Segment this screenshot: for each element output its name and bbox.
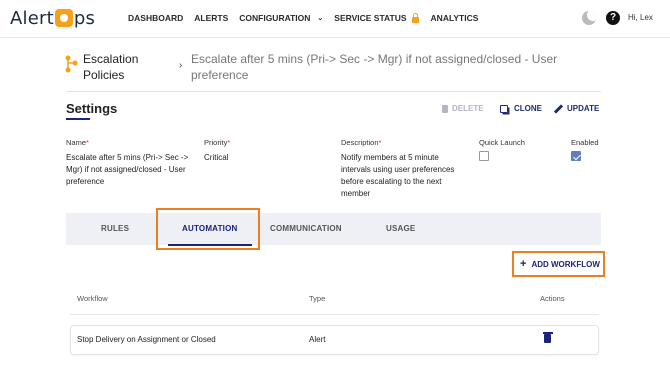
column-header-workflow: Workflow [77,294,108,303]
nav-dashboard[interactable]: DASHBOARD [128,13,183,23]
nav-service-status-label: SERVICE STATUS [334,13,407,23]
quick-launch-checkbox[interactable] [479,151,489,161]
name-label: Name* [66,138,89,147]
enabled-checkbox[interactable] [571,151,581,161]
logo-text-pre: Alert [10,7,54,29]
description-label: Description* [341,138,382,147]
dark-mode-moon-icon[interactable] [582,11,596,25]
name-value: Escalate after 5 mins (Pri-> Sec -> Mgr)… [66,153,189,186]
chevron-down-icon: ⌄ [317,15,324,22]
nav-configuration[interactable]: CONFIGURATION ⌄ [239,13,323,23]
user-greeting[interactable]: Hi, Lex [628,13,653,22]
nav-configuration-label: CONFIGURATION [239,13,311,23]
header-divider [66,91,601,92]
delete-button[interactable]: DELETE [442,104,484,113]
add-workflow-highlight [512,251,605,277]
table-header-divider [70,314,599,315]
update-button[interactable]: UPDATE [554,104,599,113]
clone-label: CLONE [514,104,542,113]
logo-text-post: ps [73,7,96,29]
settings-title: Settings [66,101,118,116]
row-workflow-name: Stop Delivery on Assignment or Closed [77,335,216,344]
escalation-policy-icon [65,55,78,73]
column-header-actions: Actions [540,294,565,303]
nav-alerts[interactable]: ALERTS [194,13,228,23]
update-label: UPDATE [567,104,600,113]
help-icon[interactable]: ? [606,11,620,25]
clone-icon [500,104,508,113]
breadcrumb-separator-icon: › [179,60,183,71]
automation-tab-highlight [156,208,260,250]
pencil-icon [554,104,563,113]
nav-service-status[interactable]: SERVICE STATUS [334,13,419,23]
settings-title-underline [66,118,90,120]
quick-launch-label: Quick Launch [479,138,525,147]
breadcrumb-page-title: Escalate after 5 mins (Pri-> Sec -> Mgr)… [191,52,558,82]
delete-row-trash-icon[interactable] [542,332,553,343]
top-nav: Alert ps DASHBOARD ALERTS CONFIGURATION … [0,0,670,38]
breadcrumb-section[interactable]: Escalation Policies [83,51,163,83]
nav-menu: DASHBOARD ALERTS CONFIGURATION ⌄ SERVICE… [128,13,478,23]
nav-analytics[interactable]: ANALYTICS [431,13,479,23]
description-value: Notify members at 5 minute intervals usi… [341,153,455,198]
tab-rules[interactable]: RULES [101,224,129,233]
tab-communication[interactable]: COMMUNICATION [270,224,342,233]
priority-value: Critical [204,153,229,162]
clone-button[interactable]: CLONE [500,104,542,113]
alertops-logo[interactable]: Alert ps [10,7,96,29]
delete-label: DELETE [452,104,484,113]
logo-gear-icon [54,9,73,27]
tab-usage[interactable]: USAGE [386,224,415,233]
column-header-type: Type [309,294,326,303]
enabled-label: Enabled [571,138,599,147]
trash-icon [442,104,448,113]
lock-icon [411,13,420,23]
priority-label: Priority* [204,138,231,147]
row-type: Alert [309,335,326,344]
